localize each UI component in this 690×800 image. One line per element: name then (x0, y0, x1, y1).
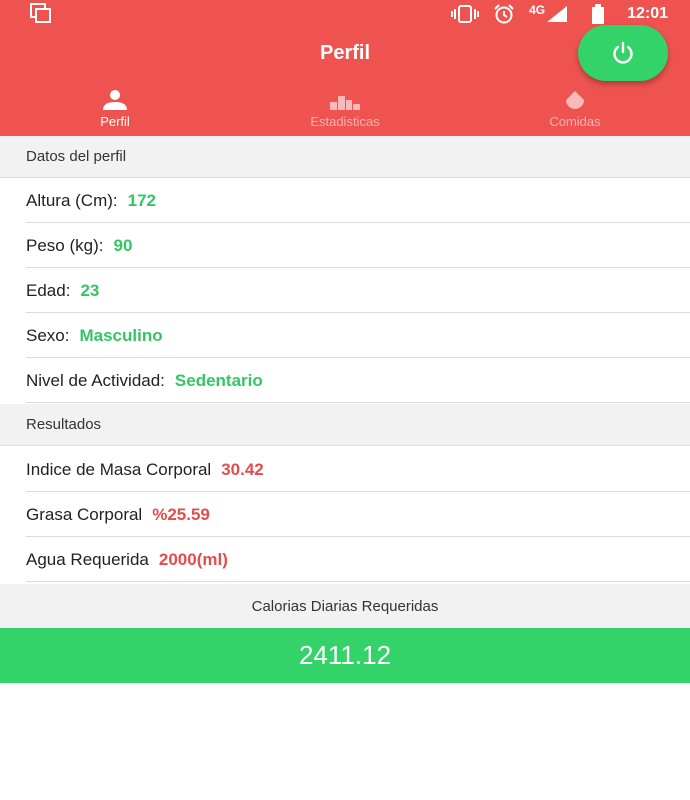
list-item-imc: Indice de Masa Corporal 30.42 (0, 447, 690, 492)
profile-section-header: Datos del perfil (0, 136, 690, 178)
row-value: %25.59 (152, 504, 210, 524)
tab-estadisticas[interactable]: Estadisticas (230, 88, 460, 136)
row-label: Grasa Corporal (26, 504, 143, 524)
list-item-edad: Edad: 23 (0, 268, 690, 313)
tab-perfil[interactable]: Perfil (0, 88, 230, 136)
alarm-icon (494, 4, 514, 24)
list-item-altura: Altura (Cm): 172 (0, 178, 690, 223)
row-label: Agua Requerida (26, 549, 149, 569)
clock: 12:01 (627, 5, 668, 22)
row-value: 23 (80, 280, 100, 300)
vibrate-icon (451, 5, 480, 23)
list-item-sexo: Sexo: Masculino (0, 313, 690, 358)
row-label: Edad: (26, 280, 71, 300)
calories-label: Calorias Diarias Requeridas (0, 584, 690, 628)
drop-icon (566, 91, 584, 109)
row-label: Nivel de Actividad: (26, 370, 165, 390)
person-icon (103, 90, 127, 110)
tab-label: Estadisticas (310, 114, 380, 129)
signal-icon (547, 6, 568, 22)
list-item-actividad: Nivel de Actividad: Sedentario (0, 358, 690, 403)
row-value: 2000(ml) (158, 549, 228, 569)
row-label: Sexo: (26, 325, 70, 345)
row-value: Masculino (79, 325, 163, 345)
app-header: 4G 12:01 Perfil Perfil Estadisticas Comi… (0, 0, 690, 136)
tab-label: Comidas (549, 114, 601, 129)
power-icon (613, 41, 633, 64)
list-item-peso: Peso (kg): 90 (0, 223, 690, 268)
row-label: Peso (kg): (26, 235, 104, 255)
row-value: Sedentario (174, 370, 263, 390)
network-type: 4G (529, 3, 546, 17)
row-value: 30.42 (221, 459, 264, 479)
tab-bar: Perfil Estadisticas Comidas (0, 88, 690, 136)
row-label: Indice de Masa Corporal (26, 459, 212, 479)
results-section-header: Resultados (0, 404, 690, 446)
row-value: 90 (113, 235, 133, 255)
calories-value: 2411.12 (0, 628, 690, 683)
list-item-grasa: Grasa Corporal %25.59 (0, 492, 690, 537)
tab-label: Perfil (100, 114, 130, 129)
status-bar: 4G 12:01 (0, 0, 690, 28)
list-item-agua: Agua Requerida 2000(ml) (0, 537, 690, 582)
row-value: 172 (127, 190, 156, 210)
copy-icon (30, 3, 51, 23)
power-button[interactable] (578, 25, 668, 81)
tab-comidas[interactable]: Comidas (460, 88, 690, 136)
bar-chart-icon (330, 96, 360, 110)
battery-icon (592, 4, 605, 24)
row-label: Altura (Cm): (26, 190, 118, 210)
